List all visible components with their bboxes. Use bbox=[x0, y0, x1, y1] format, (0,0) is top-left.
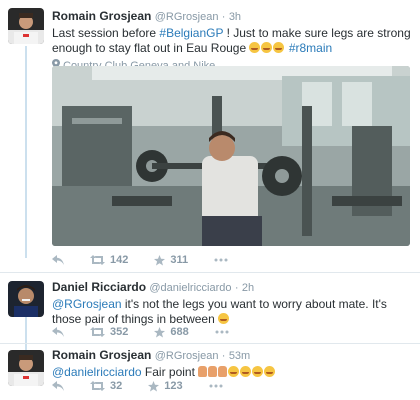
laughing-emoji-icon bbox=[273, 42, 285, 53]
retweet-button[interactable]: 32 bbox=[90, 380, 122, 392]
tweet-header: Romain Grosjean @RGrosjean · 53m bbox=[52, 347, 412, 364]
user-handle[interactable]: @RGrosjean bbox=[155, 11, 219, 23]
avatar[interactable] bbox=[8, 8, 44, 44]
favorite-button[interactable]: 123 bbox=[148, 380, 183, 392]
retweet-count: 352 bbox=[110, 326, 129, 338]
hashtag-link[interactable]: #BelgianGP bbox=[159, 26, 223, 40]
more-button[interactable] bbox=[214, 258, 228, 262]
hashtag-link[interactable]: #r8main bbox=[289, 41, 332, 55]
retweet-count: 32 bbox=[110, 380, 123, 392]
tweet-text-part: Fair point bbox=[141, 365, 199, 379]
tweet-text: @RGrosjean it's not the legs you want to… bbox=[52, 297, 412, 327]
tweet-header: Romain Grosjean @RGrosjean · 3h bbox=[52, 8, 412, 25]
tweet-actions: 142 311 bbox=[52, 254, 254, 266]
tweet-photo[interactable] bbox=[52, 66, 410, 246]
more-icon bbox=[209, 384, 223, 388]
user-name[interactable]: Romain Grosjean bbox=[52, 348, 151, 362]
pointing-hand-emoji-icon bbox=[208, 366, 218, 377]
favorite-icon bbox=[148, 380, 160, 391]
retweet-count: 142 bbox=[110, 254, 129, 266]
tweet-text-part: Last session before bbox=[52, 26, 160, 40]
avatar[interactable] bbox=[8, 281, 44, 317]
favorite-icon bbox=[154, 254, 166, 265]
laughing-emoji-icon bbox=[240, 366, 252, 377]
more-icon bbox=[215, 330, 229, 334]
more-button[interactable] bbox=[215, 330, 229, 334]
reply-icon bbox=[52, 255, 64, 265]
tongue-emoji-icon bbox=[218, 313, 230, 324]
reply-button[interactable] bbox=[52, 327, 64, 337]
tweet-3[interactable]: Romain Grosjean @RGrosjean · 53m @daniel… bbox=[0, 344, 420, 400]
favorite-count: 688 bbox=[170, 326, 189, 338]
mention-link[interactable]: @RGrosjean bbox=[52, 297, 122, 311]
tweet-actions: 32 123 bbox=[52, 380, 249, 392]
more-icon bbox=[214, 258, 228, 262]
reply-button[interactable] bbox=[52, 381, 64, 391]
tweet-1[interactable]: Romain Grosjean @RGrosjean · 3h Last ses… bbox=[0, 0, 420, 270]
favorite-icon bbox=[154, 326, 166, 337]
more-button[interactable] bbox=[209, 384, 223, 388]
tweet-2[interactable]: Daniel Ricciardo @danielricciardo · 2h @… bbox=[0, 273, 420, 345]
user-handle[interactable]: @danielricciardo bbox=[149, 282, 231, 294]
tweet-header: Daniel Ricciardo @danielricciardo · 2h bbox=[52, 279, 412, 296]
mention-link[interactable]: @danielricciardo bbox=[52, 365, 142, 379]
pointing-hand-emoji-icon bbox=[218, 366, 228, 377]
favorite-count: 123 bbox=[164, 380, 183, 392]
avatar[interactable] bbox=[8, 350, 44, 386]
separator: · bbox=[221, 350, 226, 362]
timestamp[interactable]: 53m bbox=[229, 350, 250, 362]
user-handle[interactable]: @RGrosjean bbox=[155, 350, 219, 362]
retweet-icon bbox=[90, 327, 105, 337]
favorite-count: 311 bbox=[170, 254, 189, 266]
laughing-emoji-icon bbox=[228, 366, 240, 377]
retweet-icon bbox=[90, 255, 105, 265]
tweet-actions: 352 688 bbox=[52, 326, 255, 338]
timestamp[interactable]: 2h bbox=[242, 282, 254, 294]
user-name[interactable]: Daniel Ricciardo bbox=[52, 280, 146, 294]
tweet-text: Last session before #BelgianGP ! Just to… bbox=[52, 26, 412, 56]
retweet-button[interactable]: 142 bbox=[90, 254, 128, 266]
favorite-button[interactable]: 688 bbox=[154, 326, 189, 338]
favorite-button[interactable]: 311 bbox=[154, 254, 188, 266]
laughing-emoji-icon bbox=[252, 366, 264, 377]
reply-button[interactable] bbox=[52, 255, 64, 265]
retweet-button[interactable]: 352 bbox=[90, 326, 128, 338]
separator: · bbox=[234, 282, 239, 294]
reply-icon bbox=[52, 327, 64, 337]
pointing-hand-emoji-icon bbox=[198, 366, 208, 377]
reply-icon bbox=[52, 381, 64, 391]
laughing-emoji-icon bbox=[261, 42, 273, 53]
tweet-text: @danielricciardo Fair point bbox=[52, 365, 412, 380]
retweet-icon bbox=[90, 381, 105, 391]
user-name[interactable]: Romain Grosjean bbox=[52, 9, 151, 23]
separator: · bbox=[221, 11, 226, 23]
timestamp[interactable]: 3h bbox=[229, 11, 241, 23]
laughing-emoji-icon bbox=[249, 42, 261, 53]
laughing-emoji-icon bbox=[264, 366, 276, 377]
